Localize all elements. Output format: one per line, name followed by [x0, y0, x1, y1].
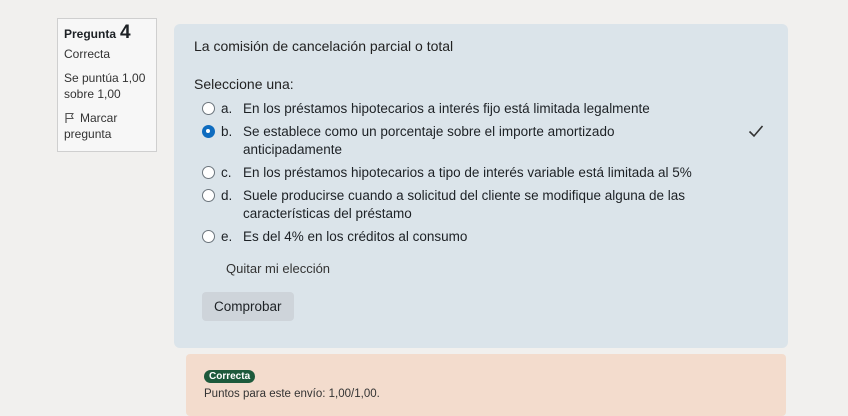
answer-text: Se establece como un porcentaje sobre el… — [243, 124, 615, 157]
answer-text: En los préstamos hipotecarios a interés … — [243, 101, 650, 116]
feedback-panel: Correcta Puntos para este envío: 1,00/1,… — [186, 354, 786, 416]
answer-letter: e. — [221, 229, 233, 244]
correct-check-icon — [748, 125, 764, 138]
radio-d[interactable] — [202, 189, 215, 202]
flag-label-line-1: Marcar — [80, 111, 118, 125]
question-formulation: La comisión de cancelación parcial o tot… — [174, 24, 788, 348]
radio-b-selected[interactable] — [202, 125, 215, 138]
answer-text: En los préstamos hipotecarios a tipo de … — [243, 165, 692, 180]
flag-question-button[interactable]: Marcar pregunta — [64, 110, 150, 142]
question-number-heading: Pregunta 4 — [64, 22, 150, 43]
answer-letter: c. — [221, 165, 232, 180]
answer-option-b[interactable]: b. Se establece como un porcentaje sobre… — [202, 123, 764, 159]
answer-option-a[interactable]: a. En los préstamos hipotecarios a inter… — [202, 100, 768, 118]
question-state: Correcta — [64, 47, 111, 61]
answer-option-c[interactable]: c. En los préstamos hipotecarios a tipo … — [202, 164, 768, 182]
answer-list: a. En los préstamos hipotecarios a inter… — [194, 100, 768, 246]
answer-text: Suele producirse cuando a solicitud del … — [243, 188, 686, 221]
grade-line-2: sobre 1,00 — [64, 87, 121, 101]
question-info-panel: Pregunta 4 Correcta Se puntúa 1,00 sobre… — [57, 18, 157, 152]
question-grade: Se puntúa 1,00 sobre 1,00 — [64, 70, 150, 102]
question-label: Pregunta — [64, 27, 117, 41]
radio-a[interactable] — [202, 102, 215, 115]
radio-e[interactable] — [202, 230, 215, 243]
answer-letter: a. — [221, 101, 233, 116]
grade-line-1: Se puntúa 1,00 — [64, 71, 146, 85]
clear-choice-link[interactable]: Quitar mi elección — [226, 261, 330, 276]
answer-option-d[interactable]: d. Suele producirse cuando a solicitud d… — [202, 187, 768, 223]
answer-letter: d. — [221, 188, 233, 203]
check-button[interactable]: Comprobar — [202, 292, 294, 321]
answer-option-e[interactable]: e. Es del 4% en los créditos al consumo — [202, 228, 768, 246]
answer-prompt: Seleccione una: — [194, 76, 294, 92]
question-text: La comisión de cancelación parcial o tot… — [194, 38, 454, 54]
status-badge: Correcta — [204, 370, 256, 383]
question-number: 4 — [120, 22, 131, 43]
flag-icon — [65, 113, 74, 123]
answer-text: Es del 4% en los créditos al consumo — [243, 229, 468, 244]
points-text: Puntos para este envío: 1,00/1,00. — [204, 388, 380, 400]
flag-label-line-2: pregunta — [64, 127, 112, 141]
answer-letter: b. — [221, 124, 233, 139]
radio-c[interactable] — [202, 166, 215, 179]
